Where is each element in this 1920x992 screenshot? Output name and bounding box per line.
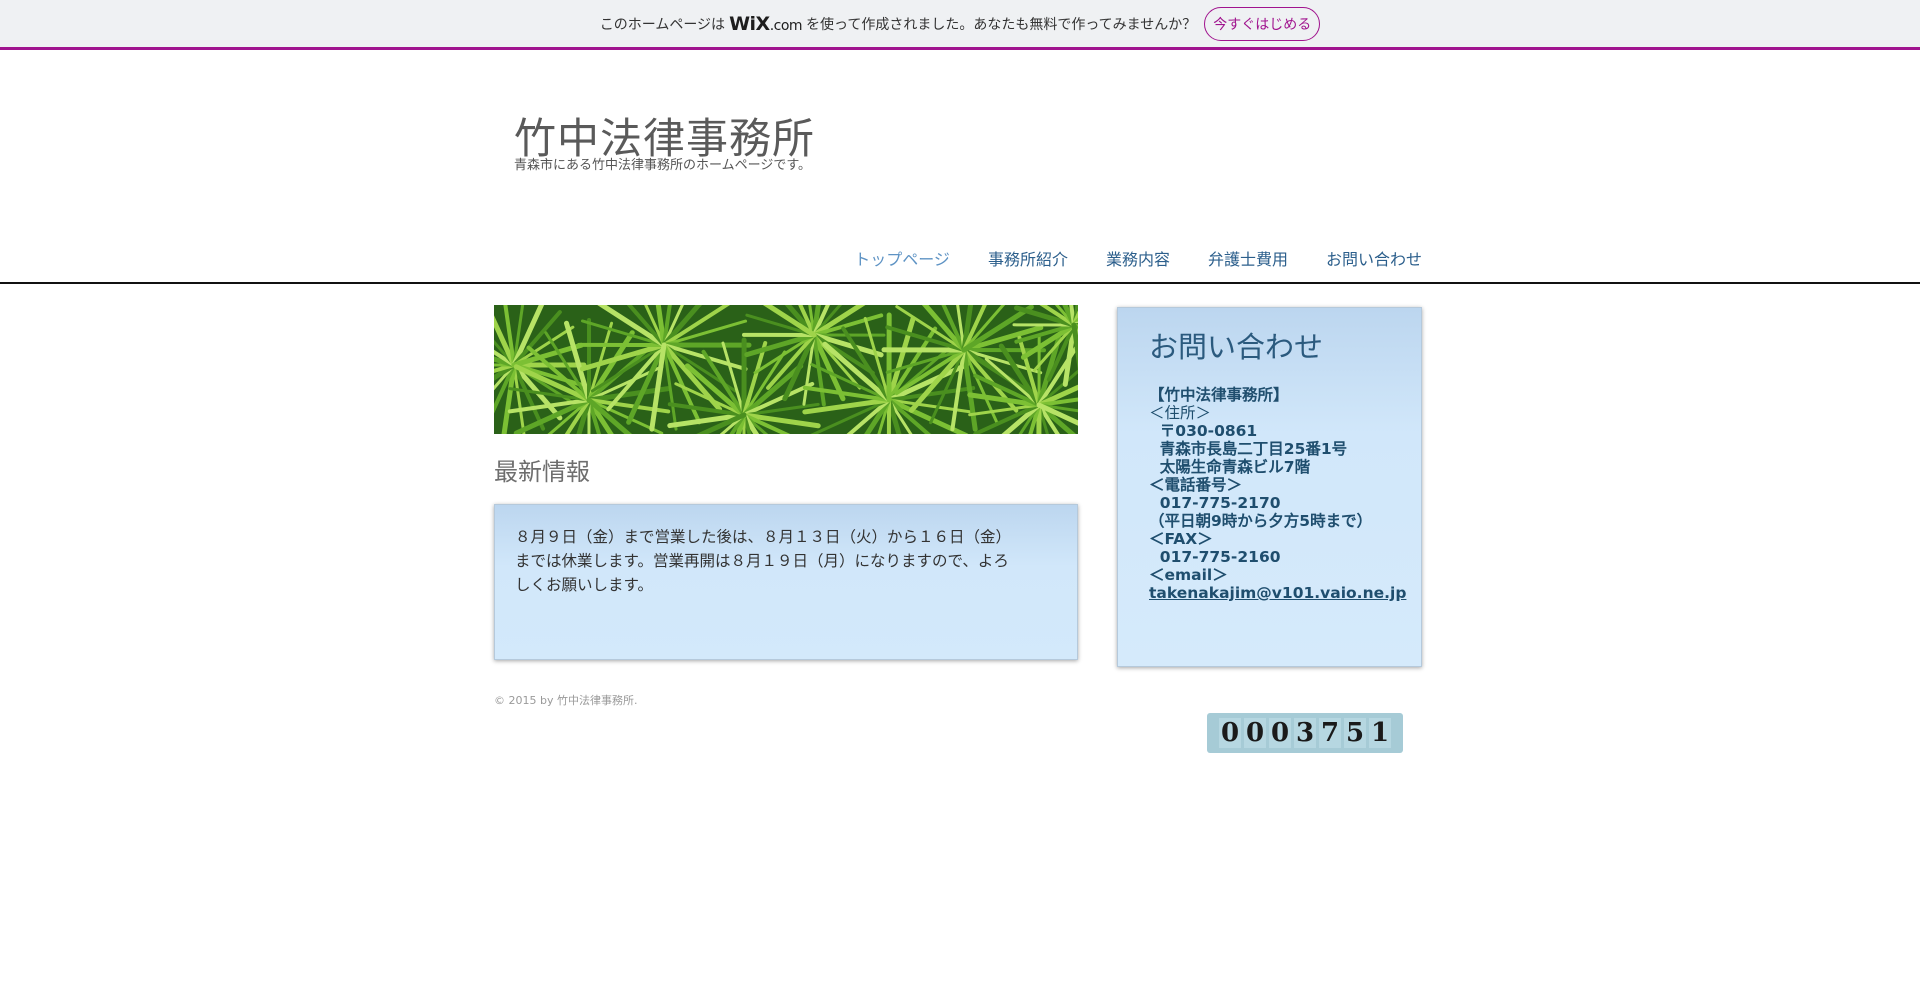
site-subtitle: 青森市にある竹中法律事務所のホームページです。 <box>514 158 812 173</box>
header-divider <box>0 282 1920 284</box>
counter-digit: 0 <box>1219 718 1241 748</box>
email-label: ＜email＞ <box>1149 566 1228 584</box>
counter-digit: 5 <box>1344 718 1366 748</box>
nav-item-services[interactable]: 業務内容 <box>1106 246 1170 270</box>
counter-digit: 7 <box>1319 718 1341 748</box>
copyright-text: © 2015 by 竹中法律事務所. <box>494 694 638 707</box>
news-heading: 最新情報 <box>494 458 590 486</box>
wix-promo-text-after: を使って作成されました。あなたも無料で作ってみませんか？ <box>806 16 1197 33</box>
contact-panel: お問い合わせ 【竹中法律事務所】 ＜住所＞ 〒030-0861 青森市長島二丁目… <box>1117 307 1422 667</box>
nav-item-fees[interactable]: 弁護士費用 <box>1208 246 1288 270</box>
office-name: 【竹中法律事務所】 <box>1149 386 1289 404</box>
wix-logo-suffix: .com <box>769 17 803 34</box>
nav-item-contact[interactable]: お問い合わせ <box>1326 246 1422 270</box>
fax-label: ＜FAX＞ <box>1149 530 1213 548</box>
wix-promo-bar: このホームページは WiX.com を使って作成されました。あなたも無料で作って… <box>0 0 1920 50</box>
counter-digit: 0 <box>1244 718 1266 748</box>
counter-digit: 0 <box>1269 718 1291 748</box>
nav-item-top-page[interactable]: トップページ <box>854 246 950 270</box>
contact-heading: お問い合わせ <box>1149 330 1324 364</box>
contact-details: 【竹中法律事務所】 ＜住所＞ 〒030-0861 青森市長島二丁目25番1号 太… <box>1149 386 1421 602</box>
fax-number: 017-775-2160 <box>1149 548 1281 566</box>
wix-promo-text-before: このホームページは <box>599 16 726 33</box>
email-link[interactable]: takenakajim@v101.vaio.ne.jp <box>1149 584 1406 602</box>
counter-digit: 1 <box>1369 718 1391 748</box>
address-label: ＜住所＞ <box>1149 404 1212 422</box>
counter-digit: 3 <box>1294 718 1316 748</box>
news-box: ８月９日（金）まで営業した後は、８月１３日（火）から１６日（金）までは休業します… <box>494 504 1078 660</box>
wix-logo[interactable]: WiX.com <box>729 13 802 35</box>
phone-number: 017-775-2170 <box>1149 494 1281 512</box>
address-line-2: 太陽生命青森ビル7階 <box>1149 458 1311 476</box>
news-body: ８月９日（金）まで営業した後は、８月１３日（火）から１６日（金）までは休業します… <box>515 528 1012 594</box>
phone-label: ＜電話番号＞ <box>1149 476 1243 494</box>
address-line-1: 青森市長島二丁目25番1号 <box>1149 440 1348 458</box>
postal-code: 〒030-0861 <box>1149 422 1258 440</box>
main-nav: トップページ 事務所紹介 業務内容 弁護士費用 お問い合わせ <box>854 246 1422 270</box>
palm-leaves-banner-image <box>494 305 1078 434</box>
visitor-counter: 0 0 0 3 7 5 1 <box>1207 713 1403 753</box>
phone-hours: （平日朝9時から夕方5時まで） <box>1149 512 1373 530</box>
nav-item-office-intro[interactable]: 事務所紹介 <box>988 246 1068 270</box>
start-now-button[interactable]: 今すぐはじめる <box>1204 6 1321 41</box>
wix-logo-main: WiX <box>729 12 770 35</box>
